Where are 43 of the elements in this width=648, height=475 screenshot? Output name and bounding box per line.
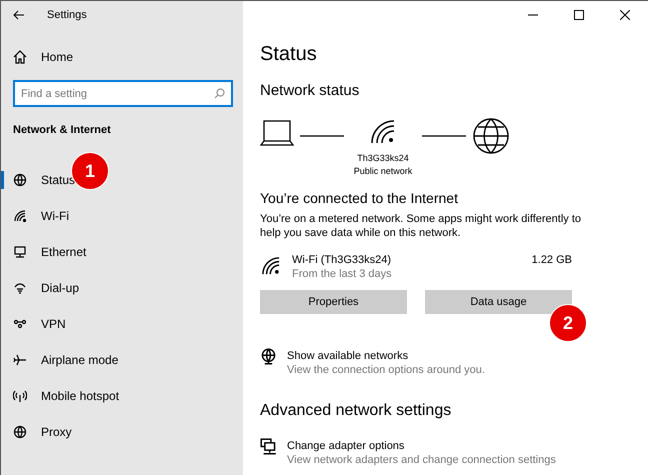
hotspot-icon: [13, 389, 27, 403]
search-icon: [214, 88, 225, 99]
network-type: Public network: [354, 166, 412, 176]
back-arrow-icon[interactable]: [13, 10, 25, 20]
globe-icon: [260, 348, 277, 365]
connector-line: [300, 135, 344, 137]
vpn-icon: [13, 317, 27, 331]
page-title: Status: [260, 43, 318, 66]
link-title[interactable]: Change adapter options: [287, 440, 556, 452]
action-button[interactable]: Data usage: [425, 290, 572, 314]
usage-amount: 1.22 GB: [532, 254, 572, 266]
section-heading: Network & Internet: [12, 123, 112, 138]
wifi-icon: [260, 255, 282, 277]
nav-item[interactable]: Ethernet: [1, 234, 243, 270]
link-description: View network adapters and change connection settings: [287, 454, 556, 466]
nav-item[interactable]: Wi-Fi: [1, 198, 243, 234]
wifi-icon: [13, 209, 27, 223]
usage-period: From the last 3 days: [292, 268, 393, 280]
connection-description: You’re on a metered network. Some apps might work differently to help you save data while on this network.: [260, 212, 582, 240]
maximize-icon: [574, 10, 584, 20]
minimize-icon: [528, 14, 538, 16]
nav-item[interactable]: Proxy: [1, 414, 243, 450]
window-title: Settings: [47, 9, 87, 21]
nav-item[interactable]: Dial-up: [1, 270, 243, 306]
link-description: View the connection options around you.: [287, 364, 485, 376]
network-name: Th3G33ks24: [357, 153, 409, 163]
nav-item[interactable]: Airplane mode: [1, 342, 243, 378]
ethernet-icon: [13, 245, 27, 259]
search-field[interactable]: Find a setting: [13, 80, 233, 107]
globe-icon: [472, 117, 510, 155]
airplane-icon: [13, 353, 27, 367]
link-title[interactable]: Show available networks: [287, 350, 485, 362]
section-heading: Advanced network settings: [260, 402, 452, 420]
connector-line: [422, 135, 466, 137]
nav-item[interactable]: VPN: [1, 306, 243, 342]
nav-item[interactable]: Mobile hotspot: [1, 378, 243, 414]
close-icon: [620, 10, 630, 20]
section-heading: Network status: [260, 82, 360, 99]
usage-network-name: Wi-Fi (Th3G33ks24): [292, 254, 392, 266]
action-button[interactable]: Properties: [260, 290, 407, 314]
home-nav-item[interactable]: Home: [1, 39, 243, 75]
connection-heading: You’re connected to the Internet: [260, 190, 459, 206]
home-icon: [13, 50, 27, 64]
